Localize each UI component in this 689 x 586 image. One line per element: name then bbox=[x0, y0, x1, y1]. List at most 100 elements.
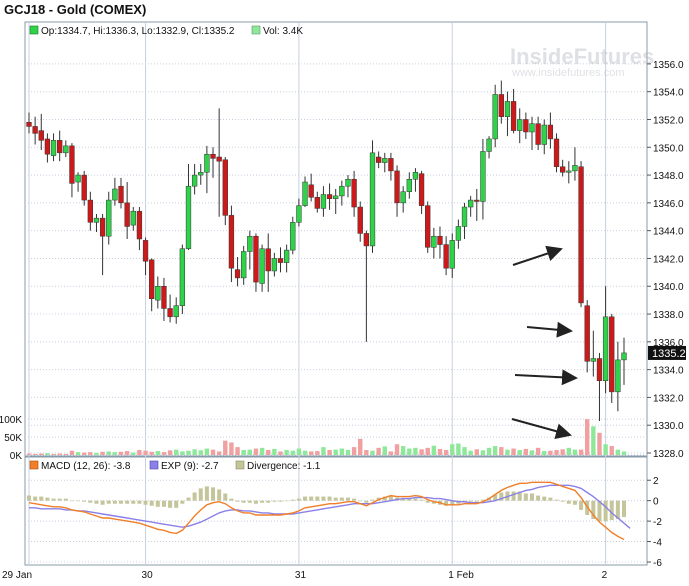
divergence-bar bbox=[51, 498, 56, 501]
volume-bar bbox=[456, 443, 461, 455]
price-panel bbox=[24, 21, 648, 457]
volume-bar bbox=[517, 449, 522, 455]
divergence-bar bbox=[364, 500, 369, 503]
candle-body bbox=[363, 233, 370, 247]
candle-body bbox=[602, 316, 609, 381]
last-price-label: 1335.2 bbox=[652, 348, 686, 360]
candle-body bbox=[547, 124, 554, 140]
candle-body bbox=[480, 151, 486, 202]
divergence-bar bbox=[542, 496, 547, 501]
candle-body bbox=[63, 145, 69, 154]
candle bbox=[578, 161, 584, 308]
volume-bar bbox=[370, 450, 375, 455]
volume-bar bbox=[106, 451, 111, 455]
volume-bar bbox=[259, 447, 265, 455]
divergence-bar bbox=[235, 500, 240, 502]
divergence-bar bbox=[529, 493, 534, 501]
ohlc-text: Op:1334.7, Hi:1336.3, Lo:1332.9, Cl:1335… bbox=[41, 26, 235, 37]
candle-body bbox=[204, 153, 210, 173]
divergence-bar bbox=[217, 489, 222, 501]
divergence-bar bbox=[253, 500, 258, 504]
volume-bar bbox=[149, 451, 154, 455]
volume-bar bbox=[376, 447, 381, 455]
candle-body bbox=[443, 244, 449, 269]
divergence-bar bbox=[622, 500, 626, 518]
volume-bar bbox=[284, 449, 289, 455]
divergence-bar bbox=[352, 498, 357, 501]
candle bbox=[369, 140, 376, 253]
candle-body bbox=[167, 308, 173, 318]
divergence-bar bbox=[523, 493, 528, 501]
divergence-bar bbox=[76, 500, 81, 502]
candle-body bbox=[320, 194, 327, 209]
candle-body bbox=[553, 138, 560, 167]
divergence-bar bbox=[204, 486, 209, 501]
volume-bar bbox=[302, 450, 308, 455]
candle-body bbox=[75, 174, 81, 183]
candle-body bbox=[118, 185, 124, 204]
divergence-bar bbox=[315, 496, 320, 501]
watermark-url: www.insidefutures.com bbox=[511, 67, 625, 79]
volume-bar bbox=[192, 449, 197, 455]
divergence-bar bbox=[143, 500, 148, 505]
volume-bar bbox=[167, 450, 173, 455]
candle bbox=[179, 244, 186, 315]
last-price-tag: 1335.2 bbox=[648, 345, 686, 360]
divergence-bar bbox=[241, 500, 246, 503]
volume-bar bbox=[327, 449, 332, 455]
price-tick-label: 1352.0 bbox=[653, 115, 684, 126]
macd-swatch bbox=[29, 460, 39, 470]
volume-bar bbox=[400, 446, 406, 455]
divergence-bar bbox=[112, 500, 117, 504]
divergence-bar bbox=[303, 496, 308, 501]
chart-title: GCJ18 - Gold (COMEX) bbox=[4, 2, 146, 17]
candle-body bbox=[486, 138, 492, 152]
volume-bar bbox=[364, 449, 369, 455]
candle-body bbox=[265, 248, 271, 272]
divergence-bar bbox=[82, 500, 87, 502]
divergence-bar bbox=[94, 500, 99, 504]
candle-body bbox=[584, 305, 590, 362]
candle-body bbox=[529, 123, 535, 133]
candle-body bbox=[437, 235, 443, 245]
candle-body bbox=[210, 153, 216, 159]
candle-body bbox=[394, 170, 400, 204]
volume-bar bbox=[51, 453, 56, 455]
volume-bar bbox=[529, 450, 535, 455]
volume-bar bbox=[597, 432, 602, 455]
candle-body bbox=[130, 210, 136, 226]
macd-tick-label: 0 bbox=[653, 497, 659, 508]
divergence-bar bbox=[100, 500, 105, 505]
divergence-bar bbox=[229, 498, 234, 501]
macd-panel bbox=[24, 456, 648, 566]
volume-bar bbox=[443, 449, 449, 455]
candle-body bbox=[369, 152, 376, 247]
candle-body bbox=[142, 240, 149, 262]
macd-tick-label: -4 bbox=[653, 538, 662, 549]
divergence-bar bbox=[272, 500, 277, 502]
candle-body bbox=[510, 101, 517, 131]
candle-body bbox=[57, 140, 63, 154]
candle-body bbox=[81, 174, 87, 201]
divergence-bar bbox=[211, 487, 216, 501]
price-tick-label: 1328.0 bbox=[653, 449, 684, 460]
volume-bar bbox=[535, 447, 541, 455]
candle-body bbox=[32, 126, 38, 134]
volume-bar bbox=[554, 449, 559, 455]
candle-body bbox=[596, 358, 603, 381]
candle-body bbox=[615, 359, 621, 393]
candle-body bbox=[308, 184, 314, 198]
volume-bar bbox=[241, 449, 246, 455]
divergence-bar bbox=[155, 500, 160, 507]
candle-body bbox=[406, 178, 412, 192]
volume-bar bbox=[450, 444, 455, 455]
candle-body bbox=[149, 259, 155, 299]
price-tick-label: 1338.0 bbox=[653, 310, 684, 321]
volume-bar bbox=[216, 451, 222, 455]
divergence-bar bbox=[33, 496, 38, 501]
volume-bar bbox=[63, 453, 69, 455]
candle-body bbox=[179, 248, 186, 306]
volume-bar bbox=[161, 452, 167, 455]
watermark-brand: InsideFutures bbox=[510, 44, 654, 69]
candle-body bbox=[541, 124, 547, 145]
